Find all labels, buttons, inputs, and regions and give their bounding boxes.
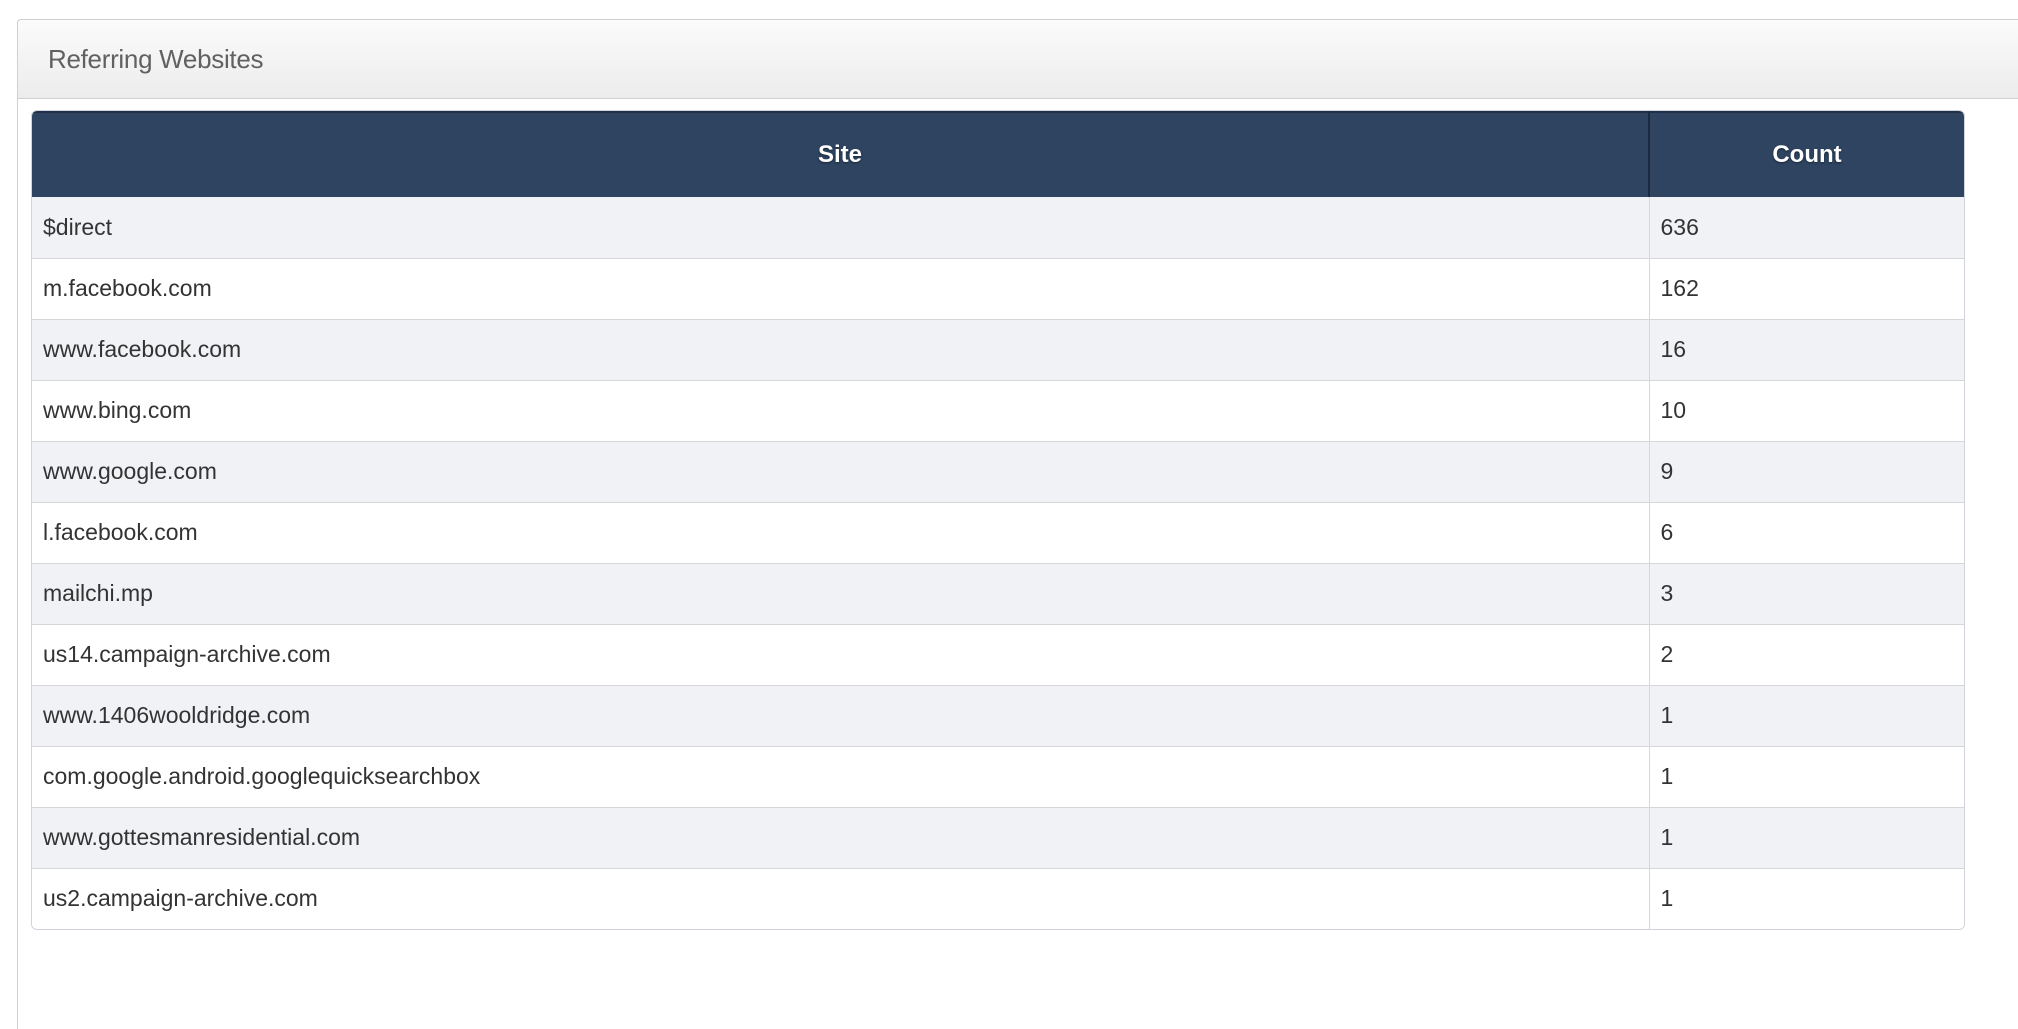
table-row: www.google.com 9 [32, 440, 1964, 502]
site-cell: us14.campaign-archive.com [32, 623, 1650, 685]
count-cell: 1 [1649, 745, 1964, 807]
panel-title: Referring Websites [48, 43, 264, 74]
panel-heading: Referring Websites [18, 20, 2018, 99]
site-cell: m.facebook.com [32, 257, 1650, 319]
site-cell: us2.campaign-archive.com [32, 867, 1650, 929]
column-header-count[interactable]: Count [1649, 111, 1964, 197]
site-cell: l.facebook.com [32, 501, 1650, 563]
count-cell: 2 [1649, 623, 1964, 685]
site-cell: www.google.com [32, 440, 1650, 502]
count-cell: 6 [1649, 501, 1964, 563]
referrers-table: Site Count $direct 636 m.facebook.com 16… [32, 111, 1964, 929]
count-cell: 10 [1649, 379, 1964, 441]
table-row: us14.campaign-archive.com 2 [32, 623, 1964, 685]
site-cell: www.1406wooldridge.com [32, 684, 1650, 746]
table-row: l.facebook.com 6 [32, 501, 1964, 563]
table-row: www.facebook.com 16 [32, 318, 1964, 380]
table-row: com.google.android.googlequicksearchbox … [32, 745, 1964, 807]
table-row: www.1406wooldridge.com 1 [32, 684, 1964, 746]
count-cell: 16 [1649, 318, 1964, 380]
table-row: m.facebook.com 162 [32, 257, 1964, 319]
count-cell: 3 [1649, 562, 1964, 624]
table-body: $direct 636 m.facebook.com 162 www.faceb… [32, 197, 1964, 929]
count-cell: 9 [1649, 440, 1964, 502]
table-header-row: Site Count [32, 111, 1964, 197]
site-cell: mailchi.mp [32, 562, 1650, 624]
table-row: us2.campaign-archive.com 1 [32, 867, 1964, 929]
count-cell: 636 [1649, 197, 1964, 258]
table-row: www.bing.com 10 [32, 379, 1964, 441]
count-cell: 1 [1649, 684, 1964, 746]
site-cell: www.bing.com [32, 379, 1650, 441]
table-row: $direct 636 [32, 197, 1964, 258]
column-header-site[interactable]: Site [32, 111, 1650, 197]
count-cell: 162 [1649, 257, 1964, 319]
table-row: mailchi.mp 3 [32, 562, 1964, 624]
count-cell: 1 [1649, 867, 1964, 929]
site-cell: www.facebook.com [32, 318, 1650, 380]
site-cell: $direct [32, 197, 1650, 258]
table-row: www.gottesmanresidential.com 1 [32, 806, 1964, 868]
site-cell: com.google.android.googlequicksearchbox [32, 745, 1650, 807]
count-cell: 1 [1649, 806, 1964, 868]
site-cell: www.gottesmanresidential.com [32, 806, 1650, 868]
referrers-table-container: Site Count $direct 636 m.facebook.com 16… [31, 110, 1965, 930]
